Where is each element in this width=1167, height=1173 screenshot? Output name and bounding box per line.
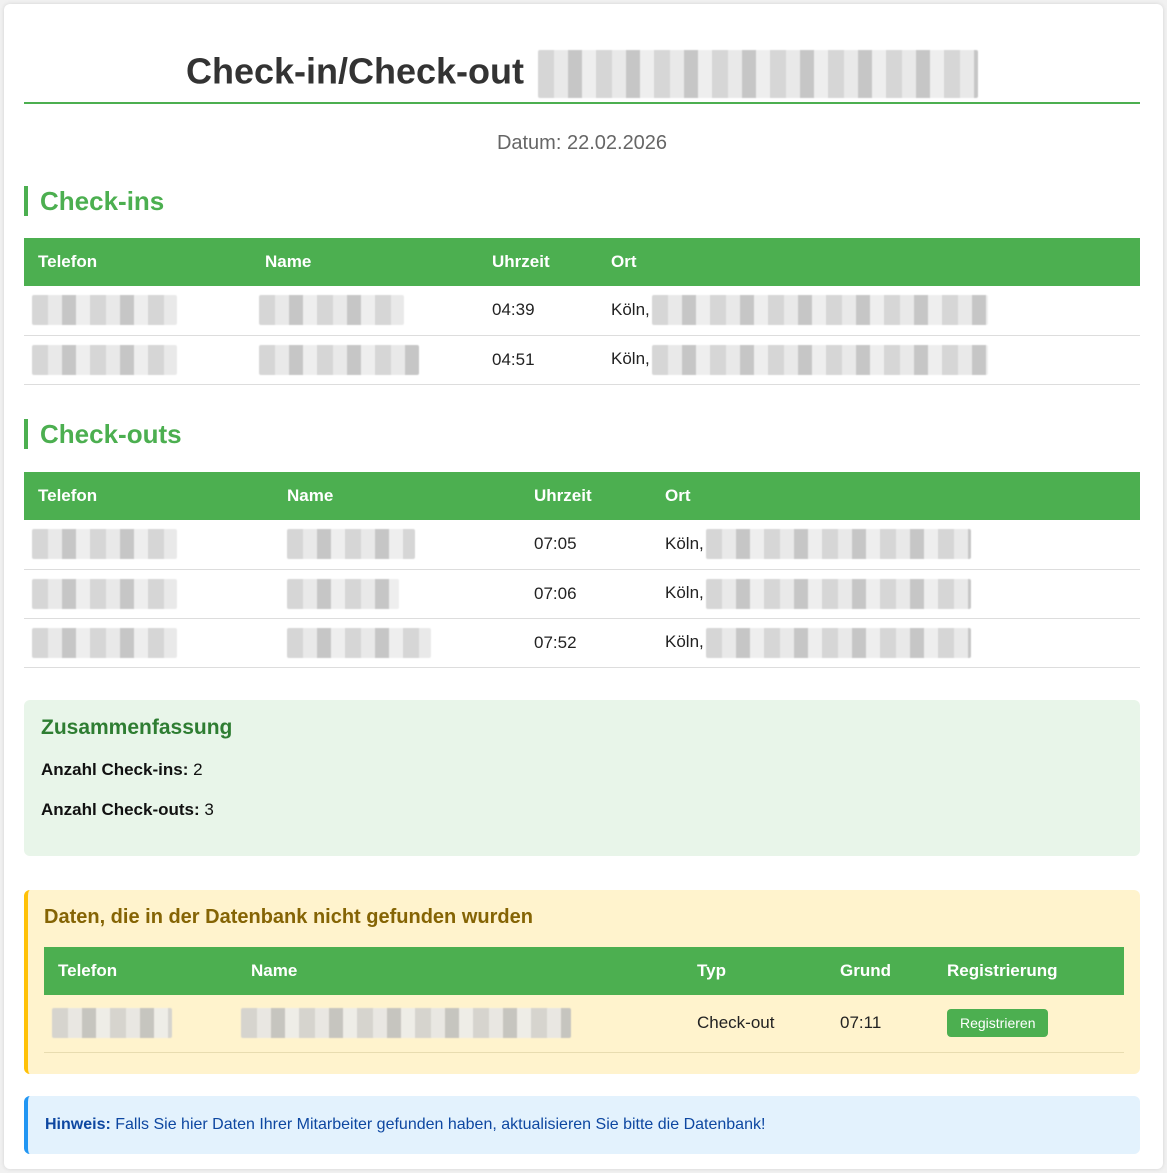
- missing-header-row: Telefon Name Typ Grund Registrierung: [44, 947, 1124, 995]
- ort-city: Köln,: [665, 533, 704, 553]
- summary-heading: Zusammenfassung: [41, 716, 233, 739]
- table-row: 04:39 Köln,: [24, 286, 1140, 336]
- missing-table: Telefon Name Typ Grund Registrierung Che…: [44, 947, 1124, 1053]
- checkins-header-row: Telefon Name Uhrzeit Ort: [24, 238, 1140, 286]
- cell-telefon: [44, 995, 237, 1053]
- summary-checkins-label: Anzahl Check-ins:: [41, 760, 189, 779]
- col-name: Name: [251, 238, 478, 286]
- cell-ort: Köln,: [651, 618, 1140, 668]
- ort-city: Köln,: [611, 299, 650, 319]
- cell-ort: Köln,: [597, 286, 1140, 336]
- checkouts-table: Telefon Name Uhrzeit Ort 07:05 Köln, 07:…: [24, 472, 1140, 668]
- summary-box: Zusammenfassung Anzahl Check-ins: 2 Anza…: [24, 700, 1140, 856]
- redacted-address: [705, 627, 971, 658]
- cell-telefon: [24, 286, 251, 336]
- col-name: Name: [273, 472, 520, 520]
- checkouts-heading: Check-outs: [24, 419, 182, 449]
- col-telefon: Telefon: [24, 472, 273, 520]
- page-title-text: Check-in/Check-out: [185, 50, 525, 92]
- col-ort: Ort: [651, 472, 1140, 520]
- col-grund: Grund: [826, 947, 933, 995]
- col-telefon: Telefon: [44, 947, 237, 995]
- redacted-address: [705, 529, 971, 560]
- col-name: Name: [237, 947, 683, 995]
- cell-telefon: [24, 569, 273, 619]
- redacted-phone: [32, 627, 177, 658]
- cell-name: [251, 335, 478, 385]
- cell-ort: Köln,: [651, 520, 1140, 570]
- cell-uhrzeit: 07:06: [520, 569, 651, 619]
- table-row: 07:05 Köln,: [24, 520, 1140, 570]
- cell-uhrzeit: 07:05: [520, 520, 651, 570]
- col-registrierung: Registrierung: [933, 947, 1124, 995]
- checkouts-header-row: Telefon Name Uhrzeit Ort: [24, 472, 1140, 520]
- redacted-address: [651, 344, 988, 375]
- cell-name: [237, 995, 683, 1053]
- redacted-address: [705, 578, 971, 609]
- cell-grund: 07:11: [826, 995, 933, 1053]
- redacted-name: [287, 529, 415, 560]
- redacted-company-name: [538, 50, 979, 98]
- col-ort: Ort: [597, 238, 1140, 286]
- report-card: Check-in/Check-out Datum: 22.02.2026 Che…: [4, 4, 1163, 1169]
- cell-uhrzeit: 07:52: [520, 618, 651, 668]
- title-divider: [24, 102, 1140, 104]
- redacted-phone: [32, 529, 177, 560]
- hint-box: Hinweis: Falls Sie hier Daten Ihrer Mita…: [24, 1096, 1140, 1154]
- redacted-name: [259, 295, 404, 326]
- summary-checkins: Anzahl Check-ins: 2: [41, 760, 1123, 780]
- cell-ort: Köln,: [597, 335, 1140, 385]
- table-row: 07:52 Köln,: [24, 618, 1140, 668]
- hint-text: Falls Sie hier Daten Ihrer Mitarbeiter g…: [115, 1116, 766, 1133]
- redacted-name: [287, 578, 399, 609]
- summary-checkins-value: 2: [193, 760, 203, 779]
- cell-name: [251, 286, 478, 336]
- cell-name: [273, 569, 520, 619]
- summary-checkouts-value: 3: [204, 800, 214, 819]
- ort-city: Köln,: [665, 582, 704, 602]
- table-row: 04:51 Köln,: [24, 335, 1140, 385]
- cell-typ: Check-out: [683, 995, 826, 1053]
- page-title: Check-in/Check-out: [24, 50, 1140, 98]
- cell-ort: Köln,: [651, 569, 1140, 619]
- missing-heading: Daten, die in der Datenbank nicht gefund…: [44, 906, 533, 928]
- cell-name: [273, 618, 520, 668]
- cell-telefon: [24, 618, 273, 668]
- col-typ: Typ: [683, 947, 826, 995]
- cell-telefon: [24, 335, 251, 385]
- redacted-name: [241, 1008, 571, 1039]
- col-telefon: Telefon: [24, 238, 251, 286]
- ort-city: Köln,: [665, 631, 704, 651]
- checkins-table: Telefon Name Uhrzeit Ort 04:39 Köln, 04:…: [24, 238, 1140, 385]
- table-row: Check-out 07:11 Registrieren: [44, 995, 1124, 1053]
- col-uhrzeit: Uhrzeit: [478, 238, 597, 286]
- hint-label: Hinweis:: [45, 1116, 111, 1133]
- redacted-address: [651, 295, 988, 326]
- report-date: Datum: 22.02.2026: [496, 132, 668, 154]
- redacted-phone: [32, 344, 177, 375]
- cell-telefon: [24, 520, 273, 570]
- table-row: 07:06 Köln,: [24, 569, 1140, 619]
- redacted-name: [259, 344, 419, 375]
- cell-uhrzeit: 04:51: [478, 335, 597, 385]
- redacted-name: [287, 627, 431, 658]
- register-button[interactable]: Registrieren: [947, 1009, 1049, 1038]
- redacted-phone: [32, 578, 177, 609]
- cell-name: [273, 520, 520, 570]
- redacted-phone: [32, 295, 177, 326]
- cell-registrierung: Registrieren: [933, 995, 1124, 1053]
- summary-checkouts-label: Anzahl Check-outs:: [41, 800, 200, 819]
- ort-city: Köln,: [611, 348, 650, 368]
- cell-uhrzeit: 04:39: [478, 286, 597, 336]
- col-uhrzeit: Uhrzeit: [520, 472, 651, 520]
- checkins-heading: Check-ins: [24, 186, 164, 216]
- missing-data-box: Daten, die in der Datenbank nicht gefund…: [24, 890, 1140, 1074]
- summary-checkouts: Anzahl Check-outs: 3: [41, 800, 1123, 820]
- redacted-phone: [52, 1008, 172, 1039]
